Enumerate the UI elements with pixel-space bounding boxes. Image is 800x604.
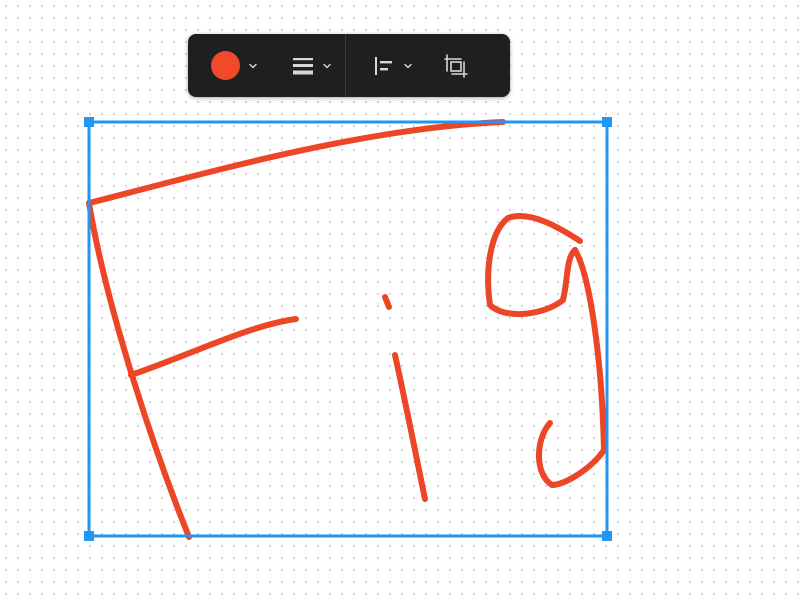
stroke-g-bowl[interactable] bbox=[485, 213, 583, 318]
frame-selection-icon bbox=[444, 53, 468, 78]
whiteboard-canvas[interactable] bbox=[0, 0, 800, 604]
stroke-color-picker[interactable] bbox=[188, 34, 259, 97]
stroke-g-tail[interactable] bbox=[536, 247, 607, 488]
arrange-tool-group bbox=[346, 34, 469, 97]
freehand-drawing[interactable] bbox=[86, 119, 607, 540]
chevron-down-icon bbox=[249, 63, 257, 68]
stroke-i-stem[interactable] bbox=[392, 352, 428, 502]
resize-handle-top-left[interactable] bbox=[84, 117, 94, 127]
resize-handle-top-right[interactable] bbox=[602, 117, 612, 127]
alignment-picker[interactable] bbox=[346, 34, 414, 97]
frame-selection-button[interactable] bbox=[414, 34, 469, 97]
stroke-i-dot[interactable] bbox=[382, 294, 392, 310]
resize-handle-bottom-right[interactable] bbox=[602, 531, 612, 541]
stroke-crossbar[interactable] bbox=[128, 316, 299, 378]
color-swatch[interactable] bbox=[211, 51, 240, 80]
chevron-down-icon bbox=[404, 63, 412, 68]
align-left-icon bbox=[375, 56, 392, 75]
style-tool-group bbox=[188, 34, 345, 97]
resize-handle-bottom-left[interactable] bbox=[84, 531, 94, 541]
chevron-down-icon bbox=[323, 63, 331, 68]
hamburger-lines-icon bbox=[293, 57, 313, 74]
selection-toolbar bbox=[188, 34, 510, 97]
stroke-style-picker[interactable] bbox=[259, 34, 333, 97]
stroke-top-curve[interactable] bbox=[86, 119, 506, 206]
